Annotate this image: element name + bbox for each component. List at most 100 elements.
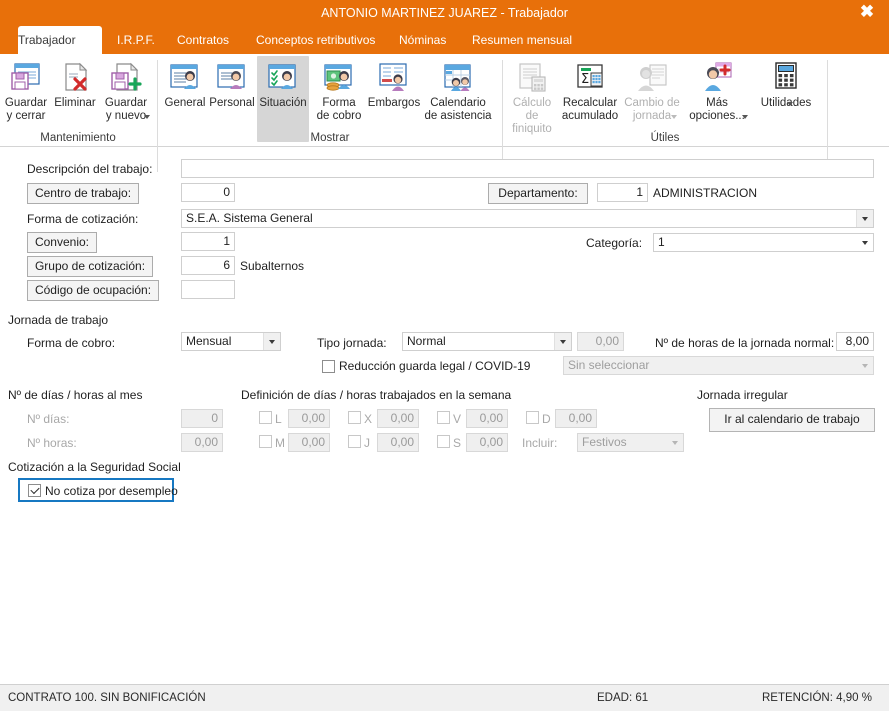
dia-X-checkbox[interactable] (348, 411, 361, 424)
embargos-icon (377, 60, 411, 94)
chevron-down-icon[interactable] (554, 333, 571, 350)
tab-conceptos-retributivos[interactable]: Conceptos retributivos (245, 26, 386, 54)
tab-trabajador[interactable]: Trabajador (18, 26, 102, 54)
centro-trabajo-input[interactable]: 0 (181, 183, 235, 202)
centro-trabajo-button[interactable]: Centro de trabajo: (27, 183, 139, 204)
tab-strip: Trabajador I.R.P.F. Contratos Conceptos … (0, 26, 889, 54)
jornada-irregular-section-title: Jornada irregular (697, 388, 788, 402)
chevron-down-icon[interactable] (787, 102, 793, 106)
status-contrato: CONTRATO 100. SIN BONIFICACIÓN (8, 692, 206, 704)
ribbon-recalcular-acumulado[interactable]: Σ Recalcular acumulado (560, 58, 620, 123)
status-edad: EDAD: 61 (597, 692, 649, 704)
ribbon-personal[interactable]: Personal (208, 58, 256, 110)
ribbon-label: Embargos (367, 97, 421, 109)
categoria-combo[interactable]: 1 (653, 233, 874, 252)
close-icon[interactable]: ✖ (851, 0, 883, 24)
chevron-down-icon[interactable] (857, 234, 873, 251)
dia-M-checkbox[interactable] (259, 435, 272, 448)
ribbon-label: Forma de cobro (316, 97, 362, 122)
horas-jornada-normal-input[interactable]: 8,00 (836, 332, 874, 351)
tab-resumen-mensual[interactable]: Resumen mensual (461, 26, 583, 54)
ribbon-situacion[interactable]: Situación (257, 56, 309, 142)
general-person-icon (168, 60, 202, 94)
codigo-ocupacion-input[interactable] (181, 280, 235, 299)
ribbon-label: Calendario de asistencia (424, 97, 492, 122)
convenio-input[interactable]: 1 (181, 232, 235, 251)
n-dias-label: Nº días: (27, 412, 70, 426)
dia-D-checkbox[interactable] (526, 411, 539, 424)
descripcion-trabajo-label: Descripción del trabajo: (27, 162, 153, 176)
dia-M-input: 0,00 (288, 433, 330, 452)
chevron-down-icon[interactable] (856, 210, 873, 227)
dia-X-input: 0,00 (377, 409, 419, 428)
forma-cobro-label: Forma de cobro: (27, 336, 116, 350)
tab-contratos[interactable]: Contratos (166, 26, 240, 54)
chevron-down-icon[interactable] (667, 434, 683, 451)
tipo-jornada-label: Tipo jornada: (317, 336, 387, 350)
ribbon-eliminar[interactable]: Eliminar (52, 58, 98, 110)
ribbon-guardar-y-cerrar[interactable]: Guardar y cerrar (2, 58, 50, 123)
forma-cotizacion-label: Forma de cotización: (27, 212, 139, 226)
ribbon-general[interactable]: General (163, 58, 207, 110)
ir-al-calendario-trabajo-button[interactable]: Ir al calendario de trabajo (709, 408, 875, 432)
convenio-button[interactable]: Convenio: (27, 232, 97, 253)
svg-text:Σ: Σ (581, 72, 589, 87)
dia-L-checkbox[interactable] (259, 411, 272, 424)
no-cotiza-desempleo-checkbox[interactable] (28, 484, 41, 497)
semana-section-title: Definición de días / horas trabajados en… (241, 388, 512, 402)
grupo-cotizacion-name: Subalternos (240, 259, 305, 273)
grupo-cotizacion-button[interactable]: Grupo de cotización: (27, 256, 153, 277)
incluir-combo[interactable]: Festivos (577, 433, 684, 452)
forma-cotizacion-value: S.E.A. Sistema General (186, 211, 313, 225)
utilidades-calculator-icon (769, 60, 803, 94)
ribbon-label: Más opciones... (689, 97, 745, 122)
save-new-icon (109, 60, 143, 94)
ribbon-guardar-y-nuevo[interactable]: Guardar y nuevo (100, 58, 152, 123)
departamento-input[interactable]: 1 (597, 183, 648, 202)
status-bar: CONTRATO 100. SIN BONIFICACIÓN EDAD: 61 … (0, 684, 889, 711)
tab-irpf[interactable]: I.R.P.F. (106, 26, 166, 54)
ribbon-toolbar: Guardar y cerrar Eliminar Guardar y nuev… (0, 54, 889, 172)
ribbon-label: Utilidades (760, 97, 812, 109)
ribbon-label: General (164, 97, 206, 109)
ribbon-mas-opciones[interactable]: Más opciones... (684, 58, 750, 123)
ribbon-utilidades[interactable]: Utilidades (753, 58, 819, 110)
forma-cobro-combo[interactable]: Mensual (181, 332, 281, 351)
dia-S-checkbox[interactable] (437, 435, 450, 448)
descripcion-trabajo-input[interactable] (181, 159, 874, 178)
delete-icon (58, 60, 92, 94)
dia-V-input: 0,00 (466, 409, 508, 428)
dia-J-checkbox[interactable] (348, 435, 361, 448)
chevron-down-icon[interactable] (857, 357, 873, 374)
departamento-button[interactable]: Departamento: (488, 183, 588, 204)
chevron-down-icon (671, 115, 677, 119)
horas-jornada-normal-label: Nº de horas de la jornada normal: (655, 336, 835, 350)
ribbon-label: Cálculo de finiquito (512, 97, 552, 135)
ribbon-forma-de-cobro[interactable]: Forma de cobro (311, 58, 367, 123)
chevron-down-icon[interactable] (263, 333, 280, 350)
categoria-value: 1 (658, 235, 665, 249)
chevron-down-icon[interactable] (144, 115, 150, 119)
reduccion-guarda-legal-combo[interactable]: Sin seleccionar (563, 356, 874, 375)
codigo-ocupacion-button[interactable]: Código de ocupación: (27, 280, 159, 301)
reduccion-guarda-legal-checkbox[interactable] (322, 360, 335, 373)
forma-cobro-value: Mensual (186, 334, 232, 348)
ribbon-label: Eliminar (54, 97, 96, 109)
title-bar: ANTONIO MARTINEZ JUAREZ - Trabajador ✖ (0, 0, 889, 26)
chevron-down-icon[interactable] (742, 115, 748, 119)
dia-D-input: 0,00 (555, 409, 597, 428)
dia-S-input: 0,00 (466, 433, 508, 452)
dia-V-checkbox[interactable] (437, 411, 450, 424)
grupo-cotizacion-input[interactable]: 6 (181, 256, 235, 275)
cotizacion-seguridad-social-section-title: Cotización a la Seguridad Social (8, 460, 181, 474)
ribbon-calendario-de-asistencia[interactable]: Calendario de asistencia (422, 58, 494, 123)
forma-cotizacion-combo[interactable]: S.E.A. Sistema General (181, 209, 874, 228)
tipo-jornada-value: Normal (407, 334, 446, 348)
tab-nominas[interactable]: Nóminas (388, 26, 457, 54)
situacion-icon (266, 60, 300, 94)
ribbon-embargos[interactable]: Embargos (366, 58, 422, 110)
ribbon-label: Recalcular acumulado (561, 97, 619, 122)
n-horas-label: Nº horas: (27, 436, 77, 450)
ribbon-group-label-mantenimiento: Mantenimiento (40, 132, 116, 144)
tipo-jornada-combo[interactable]: Normal (402, 332, 572, 351)
